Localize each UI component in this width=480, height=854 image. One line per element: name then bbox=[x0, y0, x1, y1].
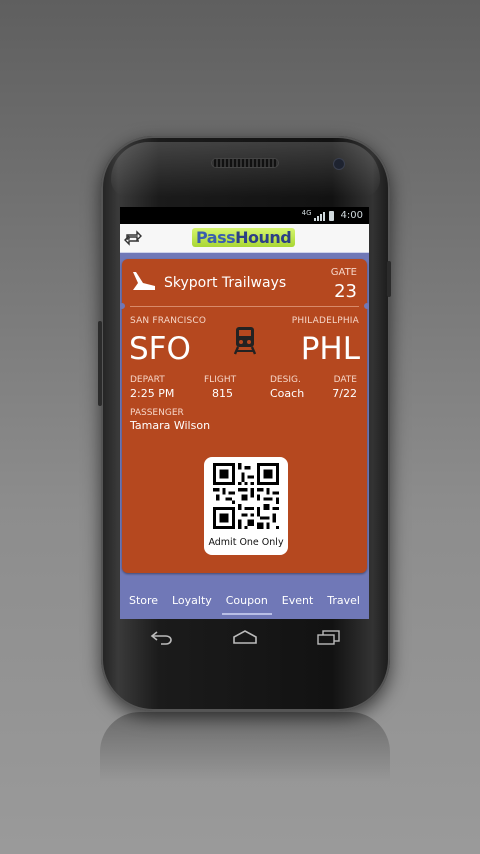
home-button[interactable] bbox=[230, 627, 260, 647]
train-icon bbox=[233, 325, 257, 359]
screen: 4G 4:00 PassHound Skyport Trailways GATE… bbox=[120, 207, 369, 619]
front-camera bbox=[333, 158, 345, 170]
passhound-logo: PassHound bbox=[192, 228, 296, 247]
back-icon bbox=[150, 631, 172, 645]
recent-apps-icon bbox=[316, 630, 340, 645]
tab-travel[interactable]: Travel bbox=[325, 594, 362, 607]
desig-label: DESIG. bbox=[270, 375, 301, 385]
status-bar: 4G 4:00 bbox=[120, 207, 369, 224]
system-nav-bar bbox=[120, 621, 369, 653]
origin-code: SFO bbox=[129, 331, 191, 367]
tab-event[interactable]: Event bbox=[280, 594, 316, 607]
qr-code-panel: Admit One Only bbox=[204, 457, 288, 555]
gate-value: 23 bbox=[334, 281, 357, 302]
boarding-pass-card[interactable]: Skyport Trailways GATE 23 SAN FRANCISCO … bbox=[120, 259, 369, 573]
qr-code bbox=[213, 463, 279, 529]
back-button[interactable] bbox=[147, 627, 177, 647]
depart-label: DEPART bbox=[130, 375, 165, 385]
qr-caption: Admit One Only bbox=[208, 537, 284, 548]
flight-value: 815 bbox=[212, 387, 233, 400]
pass-area: Skyport Trailways GATE 23 SAN FRANCISCO … bbox=[120, 253, 369, 619]
signal-icon bbox=[313, 211, 325, 221]
clock: 4:00 bbox=[340, 210, 363, 221]
plane-icon bbox=[131, 270, 157, 296]
pass-notch-left bbox=[120, 303, 125, 309]
date-label: DATE bbox=[333, 375, 357, 385]
tab-coupon[interactable]: Coupon bbox=[221, 594, 272, 615]
earpiece-speaker bbox=[211, 158, 279, 168]
category-tab-bar: Store Loyalty Coupon Event Travel bbox=[120, 581, 369, 619]
phone-device: 4G 4:00 PassHound Skyport Trailways GATE… bbox=[98, 136, 391, 711]
passenger-label: PASSENGER bbox=[130, 408, 184, 418]
sync-icon bbox=[124, 230, 142, 246]
app-header: PassHound bbox=[120, 224, 369, 253]
destination-code: PHL bbox=[300, 331, 360, 367]
tab-store[interactable]: Store bbox=[127, 594, 160, 607]
flight-label: FLIGHT bbox=[204, 375, 237, 385]
depart-value: 2:25 PM bbox=[130, 387, 175, 400]
date-value: 7/22 bbox=[332, 387, 357, 400]
pass-notch-right bbox=[364, 303, 369, 309]
desig-value: Coach bbox=[270, 387, 305, 400]
origin-city: SAN FRANCISCO bbox=[130, 316, 207, 326]
logo-text-hound: Hound bbox=[235, 228, 292, 247]
gate-label: GATE bbox=[330, 267, 357, 278]
logo-text-pass: Pass bbox=[196, 228, 236, 247]
airline-name: Skyport Trailways bbox=[164, 275, 287, 291]
destination-city: PHILADELPHIA bbox=[291, 316, 359, 326]
power-button bbox=[387, 261, 391, 297]
passenger-value: Tamara Wilson bbox=[130, 419, 211, 432]
sync-button[interactable] bbox=[122, 227, 144, 249]
recent-apps-button[interactable] bbox=[313, 627, 343, 647]
tab-loyalty[interactable]: Loyalty bbox=[170, 594, 214, 607]
battery-icon bbox=[328, 210, 334, 221]
phone-reflection bbox=[100, 712, 390, 782]
volume-button bbox=[98, 321, 102, 406]
home-icon bbox=[232, 630, 257, 644]
pass-header-divider bbox=[130, 306, 359, 307]
network-type: 4G bbox=[301, 209, 312, 217]
